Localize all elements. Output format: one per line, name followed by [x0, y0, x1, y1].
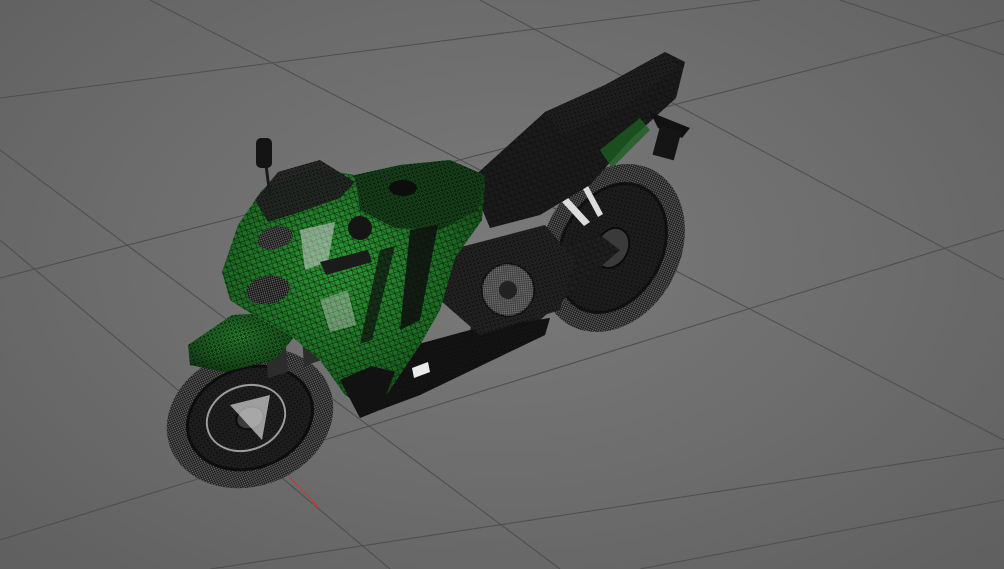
3d-viewport[interactable] [0, 0, 1004, 569]
grid-line [209, 447, 1004, 569]
instrument-cluster [348, 216, 372, 240]
motorcycle-model[interactable] [147, 52, 713, 511]
mirror [256, 138, 272, 197]
viewport-scene[interactable] [0, 0, 1004, 569]
world-x-axis [288, 476, 320, 509]
grid-line [839, 0, 1004, 56]
grid-line [639, 499, 1004, 569]
